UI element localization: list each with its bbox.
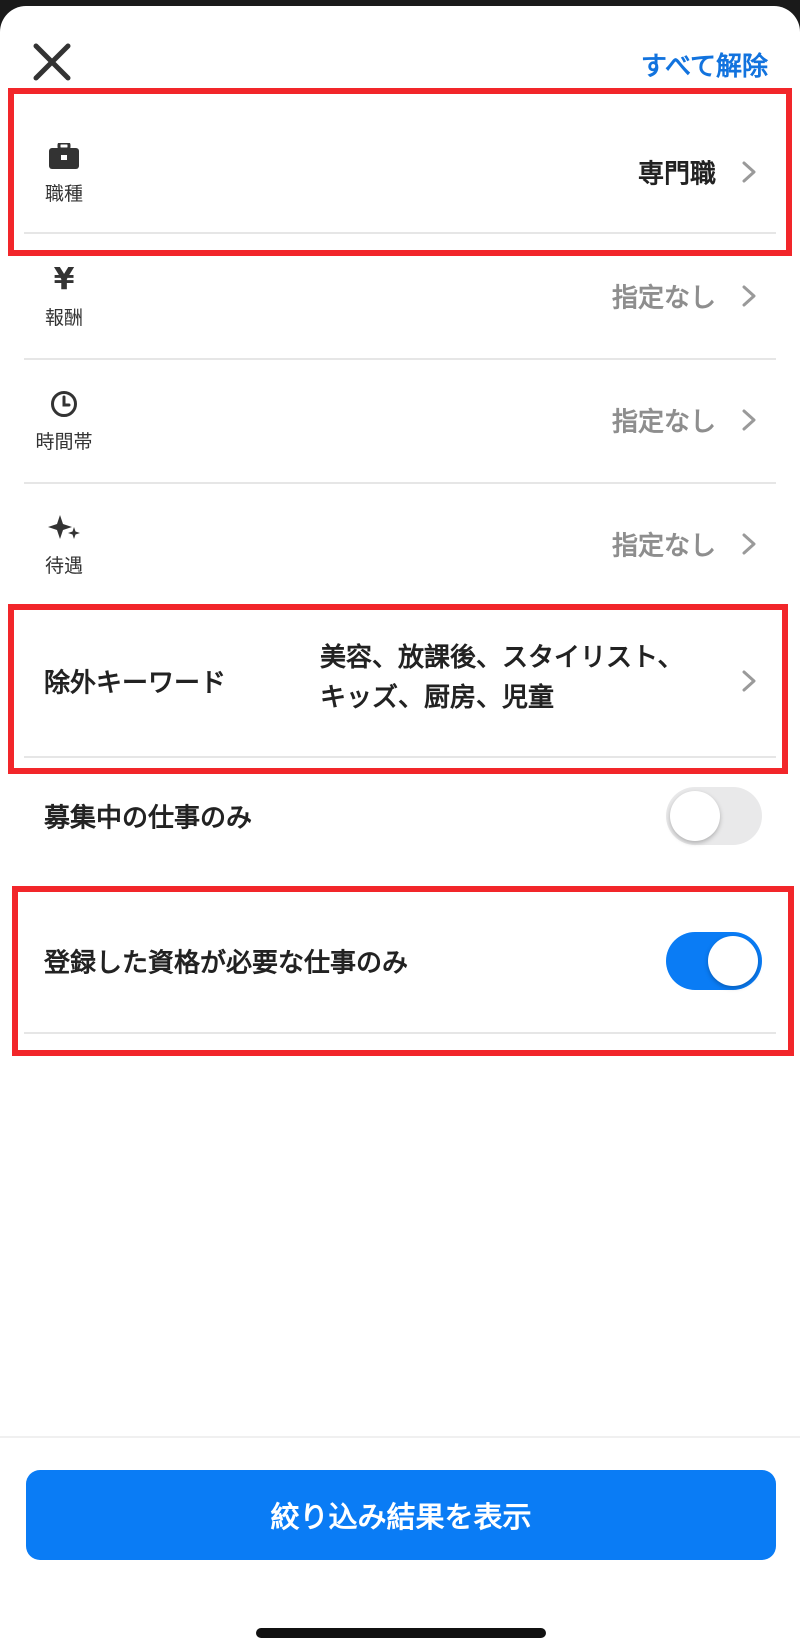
filter-label: 時間帯	[35, 430, 93, 453]
sparkle-icon	[47, 511, 81, 545]
filter-row-time[interactable]: 時間帯 指定なし	[24, 358, 776, 484]
close-icon	[33, 43, 71, 81]
filter-label: 報酬	[44, 306, 83, 329]
toggle-knob	[708, 936, 758, 986]
filter-label: 待遇	[44, 554, 83, 577]
home-indicator	[256, 1628, 546, 1638]
toggle-knob	[670, 791, 720, 841]
filter-value: 指定なし	[611, 283, 716, 314]
toggle-row-qualification: 登録した資格が必要な仕事のみ	[24, 890, 776, 1034]
open-jobs-toggle[interactable]	[666, 787, 762, 845]
chevron-right-icon[interactable]	[740, 407, 758, 433]
toggle-row-open-jobs: 募集中の仕事のみ	[24, 756, 776, 876]
yen-icon: ¥	[53, 262, 75, 297]
clear-all-button[interactable]: すべて解除	[641, 46, 768, 83]
filter-row-benefits[interactable]: 待遇 指定なし	[24, 482, 776, 608]
briefcase-icon	[47, 139, 81, 173]
filter-value: 指定なし	[611, 407, 716, 438]
top-bar: すべて解除	[0, 6, 800, 86]
close-button[interactable]	[30, 40, 74, 84]
filter-sheet: すべて解除 職種 専門職 ¥ 報酬 指定なし 時間帯 指定なし 待遇 指定なし …	[0, 6, 800, 1652]
toggle-label: 登録した資格が必要な仕事のみ	[44, 948, 409, 979]
qualification-toggle[interactable]	[666, 932, 762, 990]
exclude-keywords-label: 除外キーワード	[44, 668, 227, 699]
filter-label: 職種	[44, 182, 83, 205]
chevron-right-icon[interactable]	[740, 531, 758, 557]
filter-row-reward[interactable]: ¥ 報酬 指定なし	[24, 234, 776, 360]
chevron-right-icon[interactable]	[740, 668, 758, 694]
footer-divider	[0, 1436, 800, 1438]
filter-value: 専門職	[637, 159, 716, 190]
show-results-button[interactable]: 絞り込み結果を表示	[26, 1470, 776, 1560]
chevron-right-icon[interactable]	[740, 283, 758, 309]
exclude-keywords-value: 美容、放課後、スタイリスト、 キッズ、厨房、児童	[320, 643, 684, 713]
filter-row-job-type[interactable]: 職種 専門職	[24, 112, 776, 234]
chevron-right-icon[interactable]	[740, 159, 758, 185]
clock-icon	[47, 387, 81, 421]
filter-value: 指定なし	[611, 531, 716, 562]
filter-row-exclude-keywords[interactable]: 除外キーワード 美容、放課後、スタイリスト、 キッズ、厨房、児童	[24, 606, 776, 758]
toggle-label: 募集中の仕事のみ	[44, 803, 253, 834]
